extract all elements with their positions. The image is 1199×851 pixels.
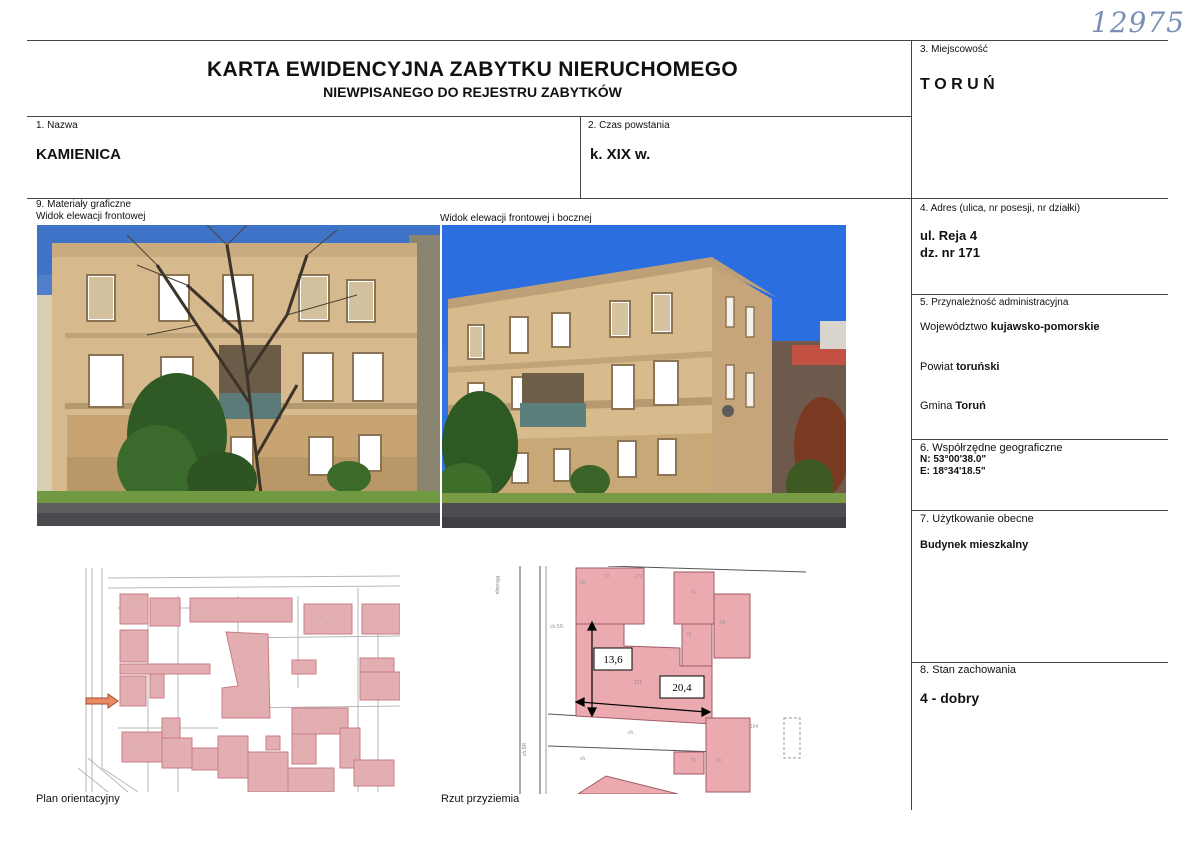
svg-text:ch.5R.: ch.5R. bbox=[550, 624, 564, 630]
orientation-plan-map: 12 14 16 468 bbox=[78, 568, 400, 792]
graphics-label: 9. Materiały graficzne bbox=[36, 199, 132, 210]
orientation-plan-caption: Plan orientacyjny bbox=[36, 793, 120, 805]
address-label: 4. Adres (ulica, nr posesji, nr działki) bbox=[920, 203, 1081, 214]
parcel-number-label: 171 bbox=[634, 680, 643, 686]
coords-divider bbox=[912, 510, 1168, 511]
county-value: toruński bbox=[956, 361, 1000, 373]
svg-text:76: 76 bbox=[686, 632, 692, 638]
document-subtitle: NIEWPISANEGO DO REJESTRU ZABYTKÓW bbox=[323, 84, 622, 100]
name-period-divider bbox=[580, 116, 581, 198]
address-line1: ul. Reja 4 bbox=[920, 228, 978, 243]
ground-floor-plan-map: 72 170 74 76 68 ds ch.5R. 164 ch. ch. 65 78 17… bbox=[488, 566, 810, 794]
usage-divider bbox=[912, 662, 1168, 663]
locality-value: T O R U Ń bbox=[920, 76, 995, 93]
svg-text:74: 74 bbox=[690, 590, 696, 596]
commune-prefix: Gmina bbox=[920, 400, 953, 412]
svg-text:78: 78 bbox=[690, 758, 696, 764]
front-elevation-photo bbox=[37, 225, 440, 526]
commune-value: Toruń bbox=[955, 400, 986, 412]
period-value: k. XIX w. bbox=[590, 146, 651, 163]
coords-label: 6. Współrzędne geograficzne bbox=[920, 442, 1063, 454]
right-column-divider bbox=[911, 40, 912, 810]
coords-n: N: 53°00'38.0" bbox=[920, 454, 987, 465]
svg-text:16: 16 bbox=[318, 614, 323, 619]
svg-text:170: 170 bbox=[634, 574, 643, 580]
period-label: 2. Czas powstania bbox=[588, 120, 670, 131]
photo2-caption: Widok elewacji frontowej i bocznej bbox=[440, 213, 592, 224]
commune-row: Gmina Toruń bbox=[920, 400, 986, 412]
svg-text:ch.5R.: ch.5R. bbox=[522, 742, 528, 756]
svg-text:164: 164 bbox=[750, 724, 759, 730]
admin-divider bbox=[912, 439, 1168, 440]
svg-text:68: 68 bbox=[720, 620, 726, 626]
condition-label: 8. Stan zachowania bbox=[920, 664, 1017, 676]
svg-text:ch.: ch. bbox=[628, 730, 635, 736]
title-divider bbox=[27, 116, 912, 117]
usage-value: Budynek mieszkalny bbox=[920, 539, 1029, 551]
address-divider bbox=[912, 294, 1168, 295]
coords-e: E: 18°34'18.5" bbox=[920, 466, 986, 477]
fields-divider bbox=[27, 198, 1168, 199]
condition-value: 4 - dobry bbox=[920, 690, 980, 706]
svg-text:Mikołaja: Mikołaja bbox=[494, 576, 500, 595]
top-border bbox=[27, 40, 1168, 41]
voivodeship-row: Województwo kujawsko-pomorskie bbox=[920, 321, 1100, 333]
registry-number: 12975 bbox=[1090, 6, 1185, 39]
county-row: Powiat toruński bbox=[920, 361, 1000, 373]
admin-label: 5. Przynależność administracyjna bbox=[920, 297, 1069, 308]
voivodeship-prefix: Województwo bbox=[920, 321, 988, 333]
svg-text:72: 72 bbox=[604, 574, 610, 580]
svg-text:14: 14 bbox=[198, 608, 203, 613]
document-title: KARTA EWIDENCYJNA ZABYTKU NIERUCHOMEGO bbox=[207, 58, 738, 81]
usage-label: 7. Użytkowanie obecne bbox=[920, 513, 1034, 525]
svg-text:12: 12 bbox=[126, 604, 131, 609]
name-label: 1. Nazwa bbox=[36, 120, 78, 131]
photo1-caption: Widok elewacji frontowej bbox=[36, 211, 146, 222]
voivodeship-value: kujawsko-pomorskie bbox=[990, 321, 1100, 333]
floor-plan-caption: Rzut przyziemia bbox=[441, 793, 520, 805]
dimension-length-label: 13,6 bbox=[603, 654, 623, 666]
address-line2: dz. nr 171 bbox=[920, 245, 980, 260]
front-side-elevation-photo bbox=[442, 225, 846, 528]
locality-label: 3. Miejscowość bbox=[920, 44, 988, 55]
svg-text:65: 65 bbox=[716, 758, 722, 764]
svg-text:ch.: ch. bbox=[580, 756, 587, 762]
name-value: KAMIENICA bbox=[36, 146, 121, 163]
svg-text:ds: ds bbox=[580, 580, 586, 586]
county-prefix: Powiat bbox=[920, 361, 954, 373]
dimension-width-label: 20,4 bbox=[672, 682, 692, 694]
